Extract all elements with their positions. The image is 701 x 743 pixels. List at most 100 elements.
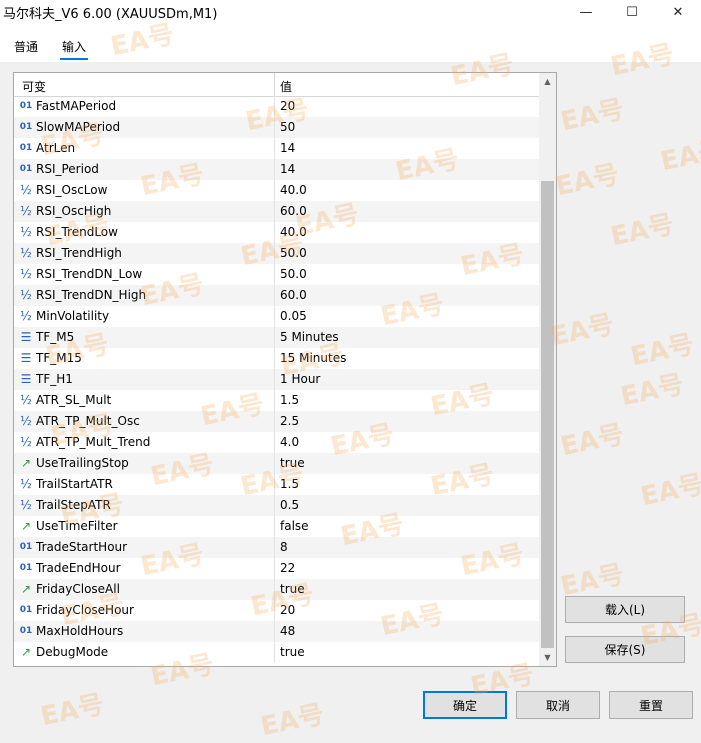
- table-row[interactable]: ½ RSI_OscLow 40.0: [14, 180, 539, 201]
- variable-value[interactable]: 8: [280, 540, 288, 554]
- load-button[interactable]: 载入(L): [565, 596, 685, 623]
- variable-name: RSI_TrendDN_High: [36, 288, 147, 302]
- table-row[interactable]: 01 FastMAPeriod 20: [14, 96, 539, 117]
- cancel-button[interactable]: 取消: [516, 691, 600, 719]
- double-type-icon: ½: [20, 393, 32, 407]
- variable-value[interactable]: 20: [280, 99, 295, 113]
- variable-value[interactable]: true: [280, 582, 305, 596]
- cell-divider: [274, 327, 275, 348]
- variable-value[interactable]: 2.5: [280, 414, 299, 428]
- variable-value[interactable]: 14: [280, 141, 295, 155]
- double-type-icon: ½: [20, 309, 32, 323]
- column-header-variable[interactable]: 可变: [22, 78, 46, 95]
- variable-value[interactable]: 4.0: [280, 435, 299, 449]
- variable-name: ATR_SL_Mult: [36, 393, 112, 407]
- variable-value[interactable]: 20: [280, 603, 295, 617]
- table-row[interactable]: ½ RSI_TrendLow 40.0: [14, 222, 539, 243]
- variable-value[interactable]: 40.0: [280, 183, 307, 197]
- variable-value[interactable]: 0.5: [280, 498, 299, 512]
- column-header-value[interactable]: 值: [280, 78, 292, 95]
- table-row[interactable]: ☰ TF_M15 15 Minutes: [14, 348, 539, 369]
- minimize-button[interactable]: —: [563, 0, 609, 24]
- variable-name: ATR_TP_Mult_Trend: [36, 435, 151, 449]
- table-row[interactable]: ½ MinVolatility 0.05: [14, 306, 539, 327]
- table-row[interactable]: ½ RSI_TrendDN_Low 50.0: [14, 264, 539, 285]
- close-button[interactable]: ✕: [655, 0, 701, 24]
- table-row[interactable]: 01 SlowMAPeriod 50: [14, 117, 539, 138]
- table-row[interactable]: ½ ATR_TP_Mult_Osc 2.5: [14, 411, 539, 432]
- variable-name: TradeStartHour: [36, 540, 128, 554]
- variable-value[interactable]: 14: [280, 162, 295, 176]
- variable-name: SlowMAPeriod: [36, 120, 121, 134]
- table-row[interactable]: ↗ FridayCloseAll true: [14, 579, 539, 600]
- table-row[interactable]: 01 RSI_Period 14: [14, 159, 539, 180]
- ok-button[interactable]: 确定: [423, 691, 507, 719]
- variable-value[interactable]: 1 Hour: [280, 372, 320, 386]
- variable-value[interactable]: 40.0: [280, 225, 307, 239]
- variable-value[interactable]: 60.0: [280, 288, 307, 302]
- table-row[interactable]: 01 TradeEndHour 22: [14, 558, 539, 579]
- table-row[interactable]: ↗ UseTrailingStop true: [14, 453, 539, 474]
- table-row[interactable]: ½ RSI_OscHigh 60.0: [14, 201, 539, 222]
- table-row[interactable]: ½ TrailStepATR 0.5: [14, 495, 539, 516]
- double-type-icon: ½: [20, 204, 32, 218]
- enum-type-icon: ☰: [20, 372, 32, 386]
- watermark: EA号: [558, 94, 627, 138]
- table-row[interactable]: ½ RSI_TrendHigh 50.0: [14, 243, 539, 264]
- cell-divider: [274, 537, 275, 558]
- table-row[interactable]: ½ RSI_TrendDN_High 60.0: [14, 285, 539, 306]
- variable-value[interactable]: 0.05: [280, 309, 307, 323]
- table-row[interactable]: ☰ TF_M5 5 Minutes: [14, 327, 539, 348]
- variable-name: TF_M5: [36, 330, 75, 344]
- variable-value[interactable]: true: [280, 645, 305, 659]
- variable-value[interactable]: 50.0: [280, 267, 307, 281]
- integer-type-icon: 01: [19, 143, 33, 153]
- vertical-scrollbar[interactable]: ▲ ▼: [539, 73, 556, 666]
- table-row[interactable]: ½ ATR_SL_Mult 1.5: [14, 390, 539, 411]
- table-row[interactable]: 01 AtrLen 14: [14, 138, 539, 159]
- table-row[interactable]: ½ ATR_TP_Mult_Trend 4.0: [14, 432, 539, 453]
- double-type-icon: ½: [20, 477, 32, 491]
- table-row[interactable]: 01 FridayCloseHour 20: [14, 600, 539, 621]
- variable-name: RSI_TrendLow: [36, 225, 118, 239]
- variable-value[interactable]: 1.5: [280, 393, 299, 407]
- variable-value[interactable]: 5 Minutes: [280, 330, 339, 344]
- double-type-icon: ½: [20, 498, 32, 512]
- scrollbar-thumb[interactable]: [541, 181, 554, 648]
- inputs-grid: 可变 值 01 FastMAPeriod 20 01 SlowMAPeriod 50 01 A…: [13, 72, 557, 667]
- tab-general[interactable]: 普通: [14, 38, 38, 55]
- integer-type-icon: 01: [19, 542, 33, 552]
- table-row[interactable]: ☰ TF_H1 1 Hour: [14, 369, 539, 390]
- table-row[interactable]: 01 TradeStartHour 8: [14, 537, 539, 558]
- bool-type-icon: ↗: [20, 645, 32, 659]
- variable-value[interactable]: 60.0: [280, 204, 307, 218]
- bool-type-icon: ↗: [20, 519, 32, 533]
- variable-value[interactable]: 48: [280, 624, 295, 638]
- table-row[interactable]: 01 MaxHoldHours 48: [14, 621, 539, 642]
- variable-value[interactable]: 15 Minutes: [280, 351, 346, 365]
- tab-inputs[interactable]: 输入: [59, 38, 89, 60]
- reset-button-label: 重置: [638, 698, 663, 713]
- column-divider[interactable]: [274, 73, 275, 96]
- cell-divider: [274, 159, 275, 180]
- variable-value[interactable]: 50: [280, 120, 295, 134]
- cell-divider: [274, 516, 275, 537]
- variable-name: TrailStartATR: [36, 477, 113, 491]
- scroll-down-icon[interactable]: ▼: [539, 649, 556, 666]
- reset-button[interactable]: 重置: [609, 691, 693, 719]
- maximize-button[interactable]: ☐: [609, 0, 655, 24]
- save-button[interactable]: 保存(S): [565, 636, 685, 663]
- variable-value[interactable]: false: [280, 519, 309, 533]
- variable-name: RSI_OscHigh: [36, 204, 112, 218]
- window-title: 马尔科夫_V6 6.00 (XAUUSDm,M1): [3, 7, 218, 22]
- watermark: EA号: [618, 369, 687, 413]
- variable-value[interactable]: 22: [280, 561, 295, 575]
- scroll-up-icon[interactable]: ▲: [539, 73, 556, 90]
- variable-value[interactable]: 1.5: [280, 477, 299, 491]
- table-row[interactable]: ↗ DebugMode true: [14, 642, 539, 663]
- variable-value[interactable]: 50.0: [280, 246, 307, 260]
- table-row[interactable]: ↗ UseTimeFilter false: [14, 516, 539, 537]
- table-row[interactable]: ½ TrailStartATR 1.5: [14, 474, 539, 495]
- load-button-label: 载入(L): [604, 603, 646, 617]
- variable-value[interactable]: true: [280, 456, 305, 470]
